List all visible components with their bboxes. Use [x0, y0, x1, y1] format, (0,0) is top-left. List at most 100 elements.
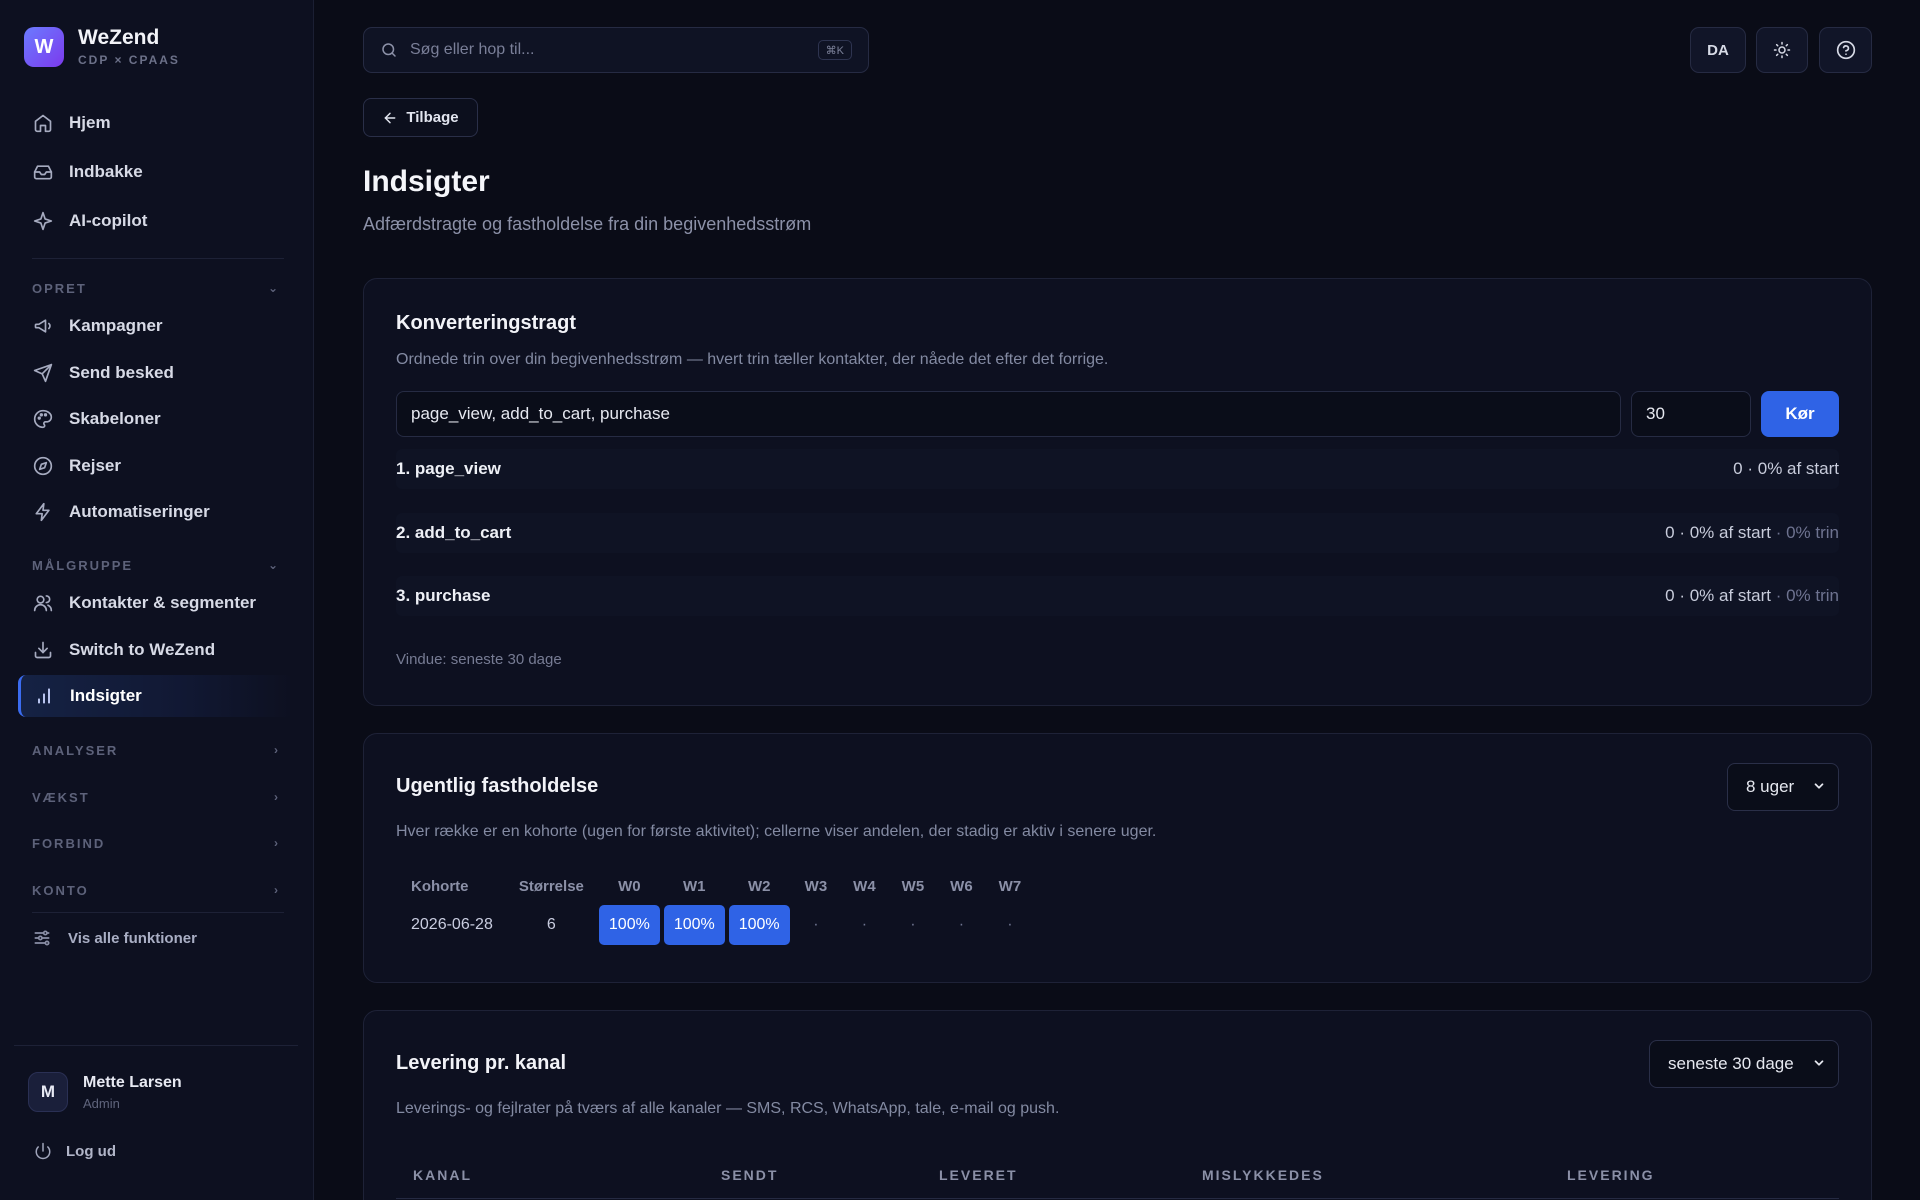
section-label: OPRET	[32, 280, 87, 296]
users-icon	[32, 592, 54, 614]
nav-item-automatiseringer[interactable]: Automatiseringer	[18, 491, 294, 533]
funnel-steps-input[interactable]	[396, 391, 1621, 437]
section-label: ANALYSER	[32, 742, 119, 758]
retention-cell: ·	[1007, 916, 1013, 933]
delivery-card: Levering pr. kanal seneste 30 dage Lever…	[363, 1010, 1872, 1200]
back-label: Tilbage	[406, 109, 459, 126]
nav-item-send-besked[interactable]: Send besked	[18, 352, 294, 394]
funnel-title: Konverteringstragt	[396, 312, 577, 334]
step-name: 3. purchase	[396, 586, 491, 605]
retention-cell: 100%	[728, 905, 790, 945]
section-opret[interactable]: OPRET ⌄	[32, 278, 280, 298]
run-button[interactable]: Kør	[1761, 391, 1839, 437]
cohort-cell: 2026-06-28	[411, 916, 493, 933]
palette-icon	[32, 408, 54, 430]
step-name: 2. add_to_cart	[396, 523, 512, 542]
funnel-description: Ordnede trin over din begivenhedsstrøm —…	[396, 351, 1109, 368]
shortcut-badge: ⌘K	[817, 40, 852, 60]
retention-cell: ·	[813, 916, 819, 933]
step-value: 0 · 0% af start	[1733, 459, 1839, 478]
retention-title: Ugentlig fastholdelse	[396, 775, 599, 797]
section-forbind[interactable]: FORBIND ›	[32, 833, 280, 853]
column-header: W1	[683, 877, 706, 895]
help-button[interactable]	[1819, 27, 1872, 73]
sliders-icon	[32, 928, 52, 948]
table-row: 2026-06-28 6 100% 100% 100% · · · · ·	[400, 905, 1032, 945]
select-value: seneste 30 dage	[1668, 1054, 1794, 1073]
column-header: Kohorte	[411, 877, 469, 895]
select-value: 8 uger	[1746, 777, 1795, 796]
chevron-right-icon: ›	[274, 836, 280, 850]
divider	[32, 912, 284, 913]
send-icon	[32, 362, 54, 384]
nav-item-ai-copilot[interactable]: AI-copilot	[18, 200, 294, 242]
page-title: Indsigter	[363, 165, 490, 198]
section-vaekst[interactable]: VÆKST ›	[32, 787, 280, 807]
nav-item-indbakke[interactable]: Indbakke	[18, 151, 294, 193]
theme-toggle-button[interactable]	[1756, 27, 1808, 73]
logout-label: Log ud	[66, 1142, 116, 1160]
user-role: Admin	[83, 1095, 120, 1111]
retention-period-select[interactable]: 8 uger	[1727, 763, 1839, 811]
nav-label: Rejser	[69, 456, 121, 475]
column-header: Størrelse	[518, 877, 584, 895]
nav-item-switch[interactable]: Switch to WeZend	[18, 629, 294, 671]
funnel-days-input[interactable]	[1631, 391, 1751, 437]
brand-subtitle: CDP × CPAAS	[78, 53, 180, 67]
nav-item-hjem[interactable]: Hjem	[18, 102, 294, 144]
chevron-right-icon: ›	[274, 883, 280, 897]
logout-button[interactable]: Log ud	[34, 1142, 116, 1160]
retention-cell: ·	[958, 916, 965, 933]
chevron-down-icon: ⌄	[267, 281, 280, 295]
user-profile[interactable]: M Mette Larsen Admin	[28, 1072, 182, 1112]
nav-item-kontakter[interactable]: Kontakter & segmenter	[18, 582, 294, 624]
nav-item-rejser[interactable]: Rejser	[18, 445, 294, 487]
section-label: VÆKST	[32, 789, 90, 805]
nav-label: Hjem	[69, 113, 111, 132]
window-note: Vindue: seneste 30 dage	[396, 651, 562, 668]
nav-label: Indsigter	[70, 686, 142, 705]
retention-cell: 100%	[598, 905, 660, 945]
retention-card: Ugentlig fastholdelse 8 uger Hver række …	[363, 733, 1872, 983]
bolt-icon	[32, 501, 54, 523]
section-analyser[interactable]: ANALYSER ›	[32, 740, 280, 760]
divider	[14, 1045, 298, 1046]
column-header: W5	[901, 877, 925, 895]
chevron-down-icon	[1812, 1056, 1826, 1073]
column-header[interactable]: LEVERING	[1567, 1167, 1655, 1183]
nav-item-kampagner[interactable]: Kampagner	[18, 305, 294, 347]
download-icon	[32, 639, 54, 661]
brand-logo: W	[24, 27, 64, 67]
home-icon	[32, 112, 54, 134]
section-maalgruppe[interactable]: MÅLGRUPPE ⌄	[32, 555, 280, 575]
column-header: W6	[950, 877, 973, 895]
column-header: W3	[804, 877, 828, 895]
back-button[interactable]: Tilbage	[363, 98, 478, 137]
power-icon	[34, 1142, 52, 1160]
arrow-left-icon	[382, 110, 398, 126]
nav-item-skabeloner[interactable]: Skabeloner	[18, 398, 294, 440]
compass-icon	[32, 455, 54, 477]
search-bar[interactable]: ⌘K	[363, 27, 869, 73]
language-button[interactable]: DA	[1690, 27, 1746, 73]
search-input[interactable]	[410, 41, 790, 59]
column-header[interactable]: MISLYKKEDES	[1202, 1167, 1324, 1183]
delivery-period-select[interactable]: seneste 30 dage	[1649, 1040, 1839, 1088]
sparkle-icon	[32, 210, 54, 232]
search-icon	[380, 41, 398, 59]
section-label: FORBIND	[32, 835, 106, 851]
section-label: MÅLGRUPPE	[32, 557, 134, 573]
column-header: W0	[618, 877, 641, 895]
nav-item-indsigter[interactable]: Indsigter	[18, 675, 294, 717]
page-subtitle: Adfærdstragte og fastholdelse fra din be…	[363, 214, 812, 234]
chevron-down-icon	[1812, 779, 1826, 796]
column-header[interactable]: LEVERET	[939, 1167, 1018, 1183]
column-header: W4	[853, 877, 876, 895]
all-functions-link[interactable]: Vis alle funktioner	[32, 928, 197, 948]
column-header[interactable]: KANAL	[413, 1167, 472, 1183]
brand[interactable]: W WeZend CDP × CPAAS	[24, 26, 180, 68]
sidebar: W WeZend CDP × CPAAS Hjem Indbakke AI-co…	[0, 0, 314, 1200]
column-header[interactable]: SENDT	[721, 1167, 778, 1183]
retention-cell: ·	[861, 916, 868, 933]
section-konto[interactable]: KONTO ›	[32, 880, 280, 900]
